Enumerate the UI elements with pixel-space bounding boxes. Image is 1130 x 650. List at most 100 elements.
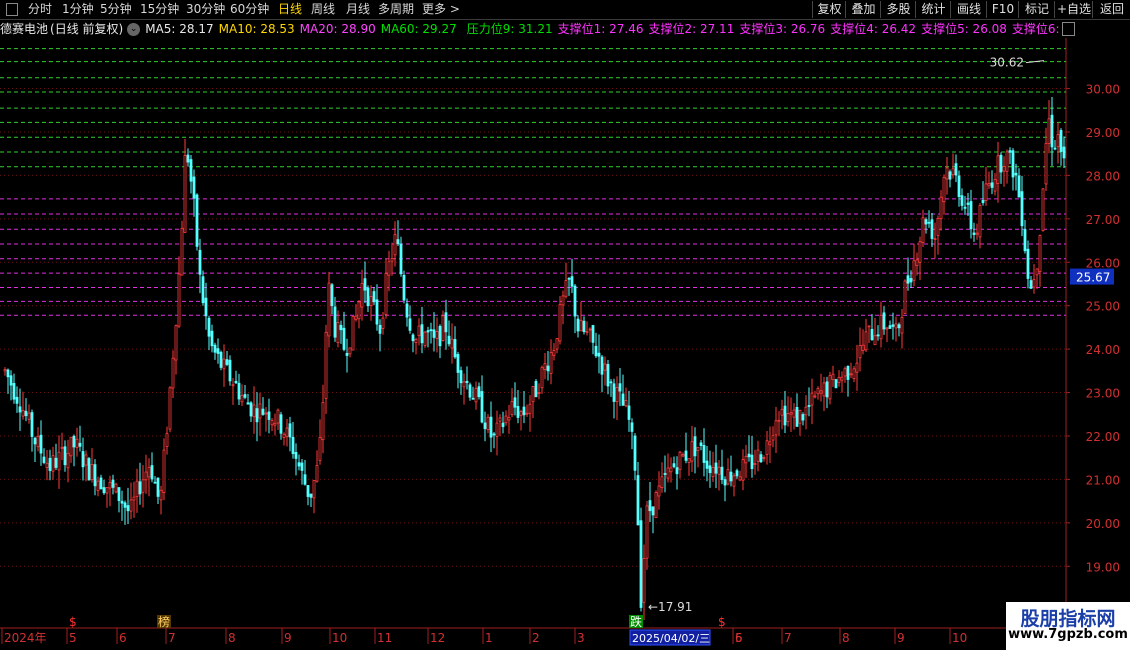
candle-body	[258, 403, 262, 419]
time-label: 8	[228, 631, 236, 645]
candle-body	[66, 452, 70, 469]
candle-body	[9, 375, 13, 386]
menu-icon[interactable]	[6, 3, 18, 16]
candle-body	[918, 241, 922, 263]
toolbar-button[interactable]: F10	[986, 1, 1019, 18]
candle-body	[840, 376, 844, 381]
toolbar-button[interactable]: 复权	[812, 1, 846, 18]
candle-body	[1059, 130, 1063, 152]
period-tab[interactable]: 月线	[346, 1, 370, 18]
candle-body	[525, 412, 529, 415]
candle-body	[33, 437, 37, 445]
candle-body	[843, 368, 847, 377]
toolbar-button[interactable]: 统计	[915, 1, 951, 18]
period-tab[interactable]: 30分钟	[186, 1, 225, 18]
candle-body	[531, 386, 535, 403]
candle-body	[969, 201, 973, 230]
candle-body	[819, 390, 823, 394]
period-tab[interactable]: 分时	[28, 1, 52, 18]
event-marker: $	[718, 615, 726, 629]
candle-body	[420, 324, 424, 344]
candle-body	[1041, 188, 1045, 231]
period-tab[interactable]: 1分钟	[62, 1, 94, 18]
toolbar-button[interactable]: 标记	[1018, 1, 1055, 18]
candle-body	[324, 331, 328, 399]
candle-body	[297, 462, 301, 467]
period-tab[interactable]: 60分钟	[230, 1, 269, 18]
candle-body	[558, 304, 562, 342]
toolbar-button[interactable]: 多股	[880, 1, 916, 18]
candle-body	[192, 176, 196, 199]
low-price-label: ←17.91	[648, 600, 692, 614]
candle-body	[174, 325, 178, 361]
period-tab[interactable]: 更多 >	[422, 1, 460, 18]
period-tab[interactable]: 周线	[311, 1, 335, 18]
candle-body	[27, 412, 31, 420]
toolbar-button[interactable]: +自选	[1054, 1, 1093, 18]
candle-body	[879, 314, 883, 340]
time-label: 10	[952, 631, 967, 645]
candle-body	[867, 325, 871, 328]
candle-body	[597, 352, 601, 357]
candle-body	[933, 238, 937, 241]
panel-toggle-icon[interactable]	[1062, 22, 1075, 36]
candle-body	[219, 351, 223, 368]
candle-body	[348, 347, 352, 355]
candle-body	[585, 331, 589, 333]
candle-body	[579, 319, 583, 332]
toolbar-button[interactable]: 叠加	[845, 1, 881, 18]
candle-body	[384, 273, 388, 315]
level-value: 支撑位6: 25.75	[1011, 22, 1060, 36]
candle-body	[327, 282, 331, 337]
candle-body	[978, 205, 982, 238]
candle-body	[822, 382, 826, 397]
candle-body	[537, 392, 541, 395]
candle-body	[1056, 134, 1060, 148]
candle-body	[681, 454, 685, 457]
candle-body	[996, 155, 1000, 184]
candle-body	[687, 458, 691, 463]
candle-body	[861, 344, 865, 351]
candle-body	[738, 476, 742, 481]
y-tick-label: 20.00	[1086, 517, 1120, 531]
candle-body	[270, 419, 274, 426]
candle-body	[60, 446, 64, 449]
candle-body	[54, 457, 58, 468]
candle-body	[921, 217, 925, 243]
candle-body	[732, 475, 736, 487]
candle-body	[873, 335, 877, 346]
candle-body	[1026, 248, 1030, 279]
candle-body	[18, 406, 22, 413]
candle-body	[285, 427, 289, 437]
chevron-down-icon[interactable]: ⌄	[127, 23, 141, 36]
candle-body	[45, 462, 49, 468]
candle-body	[603, 363, 607, 371]
candle-body	[990, 182, 994, 188]
period-tab[interactable]: 15分钟	[140, 1, 179, 18]
candle-body	[402, 274, 406, 301]
candle-body	[138, 481, 142, 495]
time-label: 7	[168, 631, 176, 645]
event-marker: $	[69, 615, 77, 629]
candle-body	[543, 363, 547, 371]
kline-chart[interactable]: 30.00 29.00 28.00 27.00 26.00 25.00 24.00 23.00…	[0, 38, 1130, 650]
candle-body	[105, 487, 109, 494]
period-tab[interactable]: 多周期	[378, 1, 414, 18]
candle-body	[657, 485, 661, 497]
period-tab[interactable]: 日线	[278, 1, 302, 18]
candle-body	[294, 451, 298, 459]
candle-body	[606, 364, 610, 387]
candle-body	[510, 401, 514, 415]
candle-body	[711, 467, 715, 478]
candle-body	[981, 200, 985, 204]
candle-body	[939, 196, 943, 220]
candle-body	[1032, 279, 1036, 288]
candle-body	[666, 467, 670, 479]
toolbar-button[interactable]: 画线	[950, 1, 987, 18]
candle-body	[960, 195, 964, 206]
toolbar-button[interactable]: 返回	[1092, 1, 1130, 18]
candle-body	[903, 280, 907, 314]
period-tab[interactable]: 5分钟	[100, 1, 132, 18]
candle-body	[705, 460, 709, 469]
candle-body	[729, 471, 733, 482]
